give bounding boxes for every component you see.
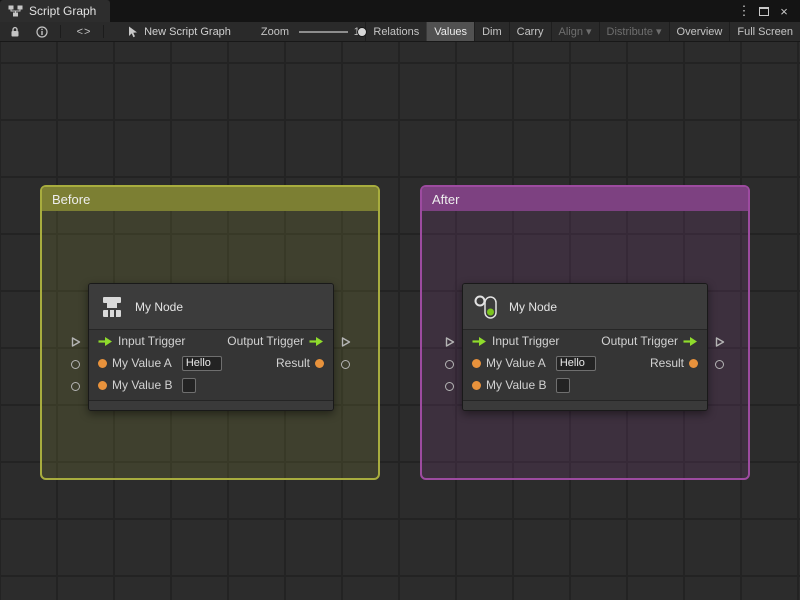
tab-title: Script Graph [29,4,97,18]
external-value-port-right[interactable] [715,359,725,369]
zoom-label: Zoom [260,25,290,38]
external-value-port-left-b[interactable] [445,381,455,391]
close-icon[interactable]: × [774,4,794,19]
overview-button[interactable]: Overview [668,22,730,41]
zoom-slider-knob[interactable] [357,26,368,37]
node-row-trigger: Input Trigger Output Trigger [463,330,707,352]
group-after-header[interactable]: After [422,187,748,211]
node-header[interactable]: My Node [463,284,707,330]
dropdown-arrow-icon: ▾ [655,26,662,38]
port-label-my-value-b: My Value B [112,378,173,392]
menu-icon[interactable]: ⋮ [734,3,754,19]
external-value-port-left-a[interactable] [445,359,455,369]
zoom-slider-track [299,30,348,33]
node-row-value-b: My Value B [89,374,333,396]
graph-selector[interactable]: New Script Graph [128,26,231,38]
flow-port-output[interactable] [309,336,324,347]
my-node-after[interactable]: My Node Input Trigger Output Trigger My … [445,283,725,411]
group-before-title: Before [52,191,91,207]
port-label-result: Result [275,356,310,370]
flow-port-output[interactable] [683,336,698,347]
distribute-button[interactable]: Distribute ▾ [598,22,669,41]
external-value-port-left-a[interactable] [71,359,81,369]
lock-icon[interactable] [6,22,24,41]
value-port-my-value-b[interactable] [472,380,481,390]
port-label-output-trigger: Output Trigger [601,334,678,348]
node-header[interactable]: My Node [89,284,333,330]
external-flow-port-right[interactable] [715,337,725,347]
node-row-value-b: My Value B [463,374,707,396]
external-flow-port-left[interactable] [445,337,455,347]
my-value-a-input[interactable] [555,355,596,371]
node-title: My Node [135,299,184,314]
values-button[interactable]: Values [426,22,475,41]
code-icon[interactable]: <> [73,22,96,41]
flow-port-input[interactable] [472,336,487,347]
toolbar: <> New Script Graph Zoom 1x Relations Va… [0,22,800,42]
maximize-glyph [759,6,769,16]
value-port-my-value-a[interactable] [98,358,107,368]
toolbar-buttons: Relations Values Dim Carry Align ▾ Distri… [365,22,800,41]
carry-button[interactable]: Carry [508,22,551,41]
my-value-a-input[interactable] [181,355,222,371]
tab-script-graph[interactable]: Script Graph [0,0,111,22]
script-graph-window: Script Graph ⋮ × <> New Script Graph Zoo… [0,0,800,600]
my-node-before[interactable]: My Node Input Trigger Output Trigger My … [71,283,351,411]
window-controls: ⋮ × [734,0,800,22]
port-label-result: Result [649,356,684,370]
graph-selector-label: New Script Graph [144,25,231,38]
value-port-my-value-a[interactable] [472,358,481,368]
cursor-icon [129,26,138,37]
value-port-result[interactable] [689,358,698,368]
group-after-title: After [432,191,460,207]
value-port-my-value-b[interactable] [98,380,107,390]
node-footer [463,400,707,410]
value-port-result[interactable] [315,358,324,368]
port-label-input-trigger: Input Trigger [492,334,560,348]
push-button-icon [103,296,121,317]
flow-port-input[interactable] [98,336,113,347]
relations-button[interactable]: Relations [365,22,426,41]
node-row-value-a: My Value A Result [463,352,707,374]
external-flow-port-right[interactable] [341,337,351,347]
graph-canvas[interactable]: Before After My Node Input Trigger Outpu… [0,42,800,600]
external-value-port-right[interactable] [341,359,351,369]
my-value-b-input[interactable] [556,377,571,393]
node-footer [89,400,333,410]
port-label-my-value-b: My Value B [486,378,547,392]
port-label-input-trigger: Input Trigger [118,334,186,348]
my-value-b-input[interactable] [182,377,197,393]
script-graph-icon [8,5,23,17]
align-button[interactable]: Align ▾ [550,22,599,41]
titlebar: Script Graph ⋮ × [0,0,800,22]
external-value-port-left-b[interactable] [71,381,81,391]
info-icon[interactable] [32,22,52,41]
external-flow-port-left[interactable] [71,337,81,347]
fullscreen-button[interactable]: Full Screen [729,22,800,41]
group-before-header[interactable]: Before [42,187,378,211]
toolbar-divider [103,25,105,38]
toolbar-divider [60,25,61,38]
node-row-value-a: My Value A Result [89,352,333,374]
zoom-slider[interactable] [299,26,368,38]
maximize-icon[interactable] [754,4,774,19]
toggle-icon [474,295,497,319]
port-label-my-value-a: My Value A [486,356,546,370]
dim-button[interactable]: Dim [474,22,509,41]
node-title: My Node [509,299,558,314]
port-label-my-value-a: My Value A [112,356,172,370]
dropdown-arrow-icon: ▾ [585,26,592,38]
node-row-trigger: Input Trigger Output Trigger [89,330,333,352]
port-label-output-trigger: Output Trigger [227,334,304,348]
